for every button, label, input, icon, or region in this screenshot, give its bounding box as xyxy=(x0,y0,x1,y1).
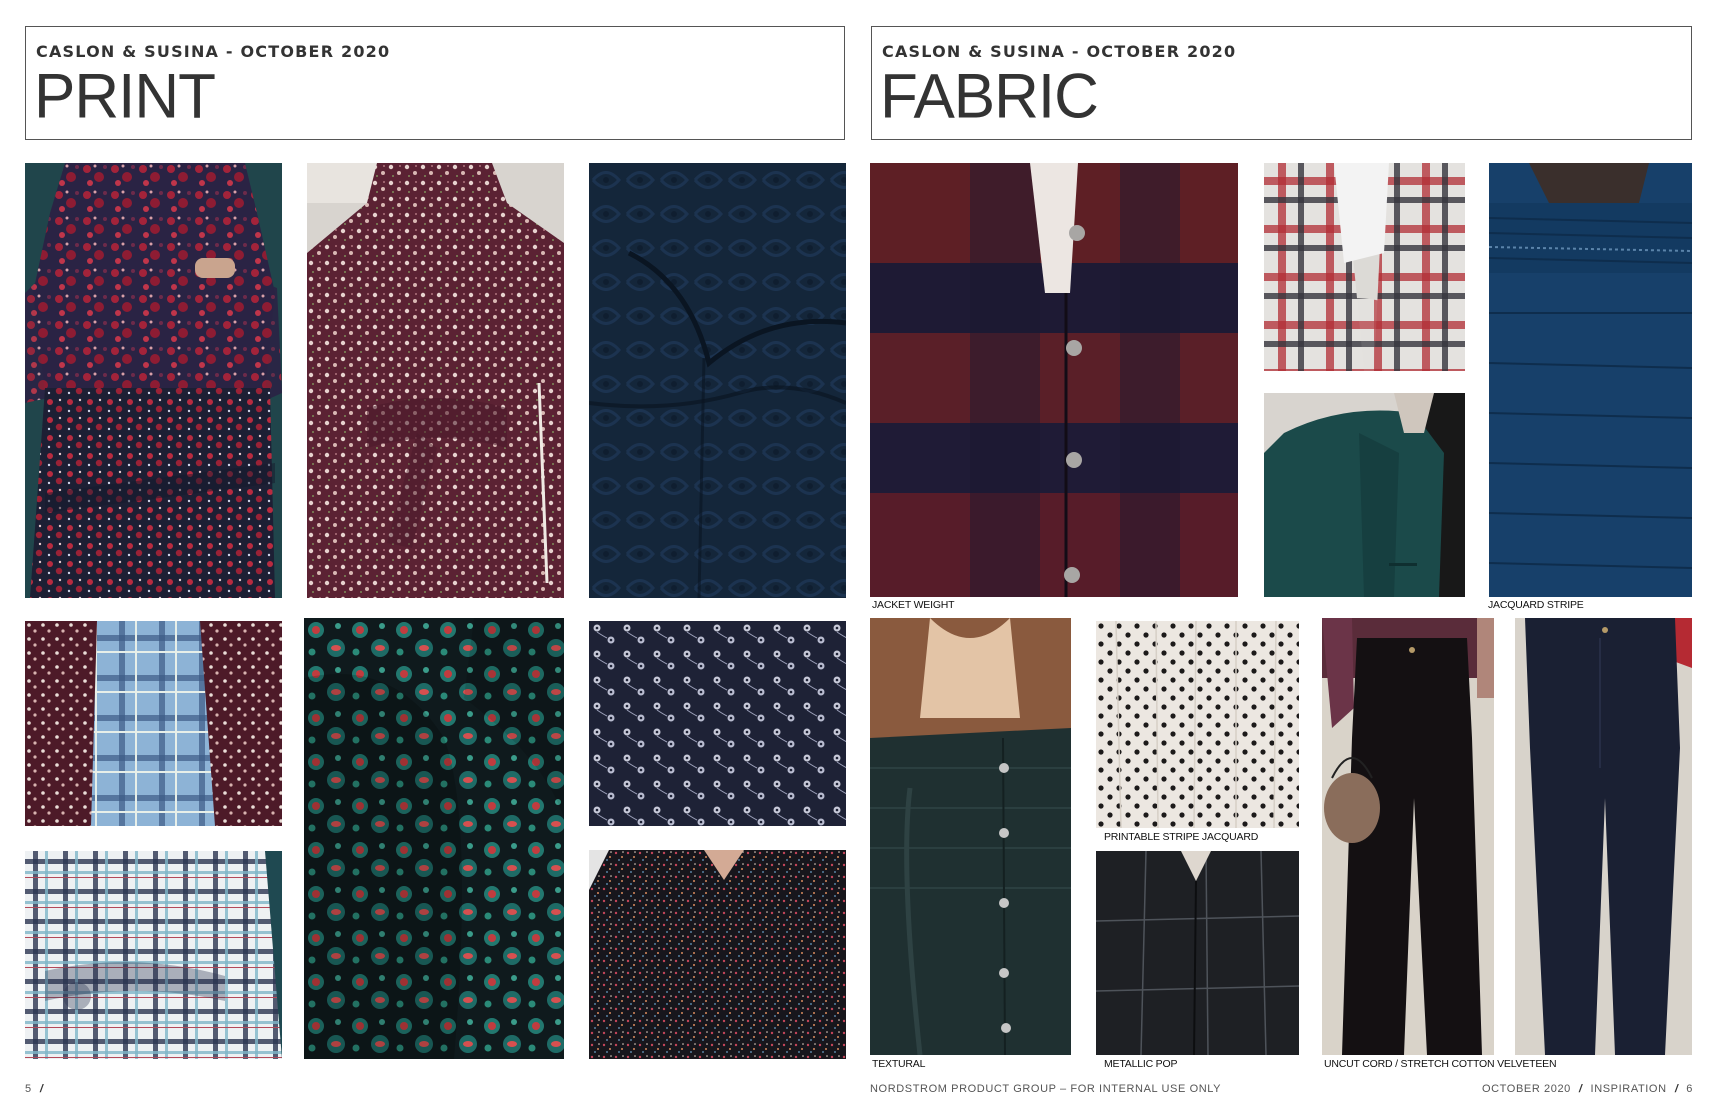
photo-plaid-and-floral xyxy=(25,621,282,826)
caption-uncut-cord: UNCUT CORD / STRETCH COTTON VELVETEEN xyxy=(1324,1058,1557,1070)
print-title: PRINT xyxy=(34,61,216,132)
fabric-brand: CASLON & SUSINA - OCTOBER 2020 xyxy=(882,42,1237,61)
photo-metallic-pop xyxy=(1096,851,1299,1055)
slash-divider: / xyxy=(1673,1083,1680,1095)
footer-section: INSPIRATION xyxy=(1590,1083,1667,1095)
right-page-number: 6 xyxy=(1686,1083,1693,1095)
print-header-box: CASLON & SUSINA - OCTOBER 2020 PRINT xyxy=(25,26,845,140)
caption-textural: TEXTURAL xyxy=(872,1058,926,1070)
caption-printable-stripe-jacquard: PRINTABLE STRIPE JACQUARD xyxy=(1104,831,1259,843)
fabric-title: FABRIC xyxy=(880,61,1099,132)
photo-green-coat xyxy=(1264,393,1465,597)
photo-uncut-cord xyxy=(1322,618,1494,1055)
photo-navy-white-floral xyxy=(589,621,846,826)
footer-right: OCTOBER 2020 / INSPIRATION / 6 xyxy=(1482,1083,1693,1095)
footer-date: OCTOBER 2020 xyxy=(1481,1083,1571,1095)
photo-plaid-shirt-dress xyxy=(25,851,282,1059)
caption-jacquard-stripe: JACQUARD STRIPE xyxy=(1488,599,1584,611)
footer-center: NORDSTROM PRODUCT GROUP – FOR INTERNAL U… xyxy=(870,1083,1222,1095)
photo-green-paisley-floral xyxy=(304,618,564,1059)
fabric-header-box: CASLON & SUSINA - OCTOBER 2020 FABRIC xyxy=(871,26,1692,140)
caption-metallic-pop: METALLIC POP xyxy=(1104,1058,1178,1070)
photo-plaid-scarf xyxy=(1264,163,1465,371)
caption-jacket-weight: JACKET WEIGHT xyxy=(872,599,955,611)
photo-dark-ditsy-blouse xyxy=(589,850,846,1059)
print-brand: CASLON & SUSINA - OCTOBER 2020 xyxy=(36,42,391,61)
slash-divider: / xyxy=(1577,1083,1584,1095)
photo-jacquard-stripe xyxy=(1489,163,1692,597)
footer-left: 5/ xyxy=(25,1083,51,1095)
photo-velveteen-jeans xyxy=(1515,618,1692,1055)
photo-printable-stripe-jacquard xyxy=(1096,621,1299,828)
photo-burgundy-ditsy-blouse xyxy=(307,163,564,598)
photo-floral-peplum-top xyxy=(25,163,282,598)
photo-navy-tonal-print xyxy=(589,163,846,598)
slash-divider: / xyxy=(38,1083,45,1095)
left-page-number: 5 xyxy=(25,1083,32,1095)
photo-textural xyxy=(870,618,1071,1055)
photo-jacket-weight xyxy=(870,163,1238,597)
